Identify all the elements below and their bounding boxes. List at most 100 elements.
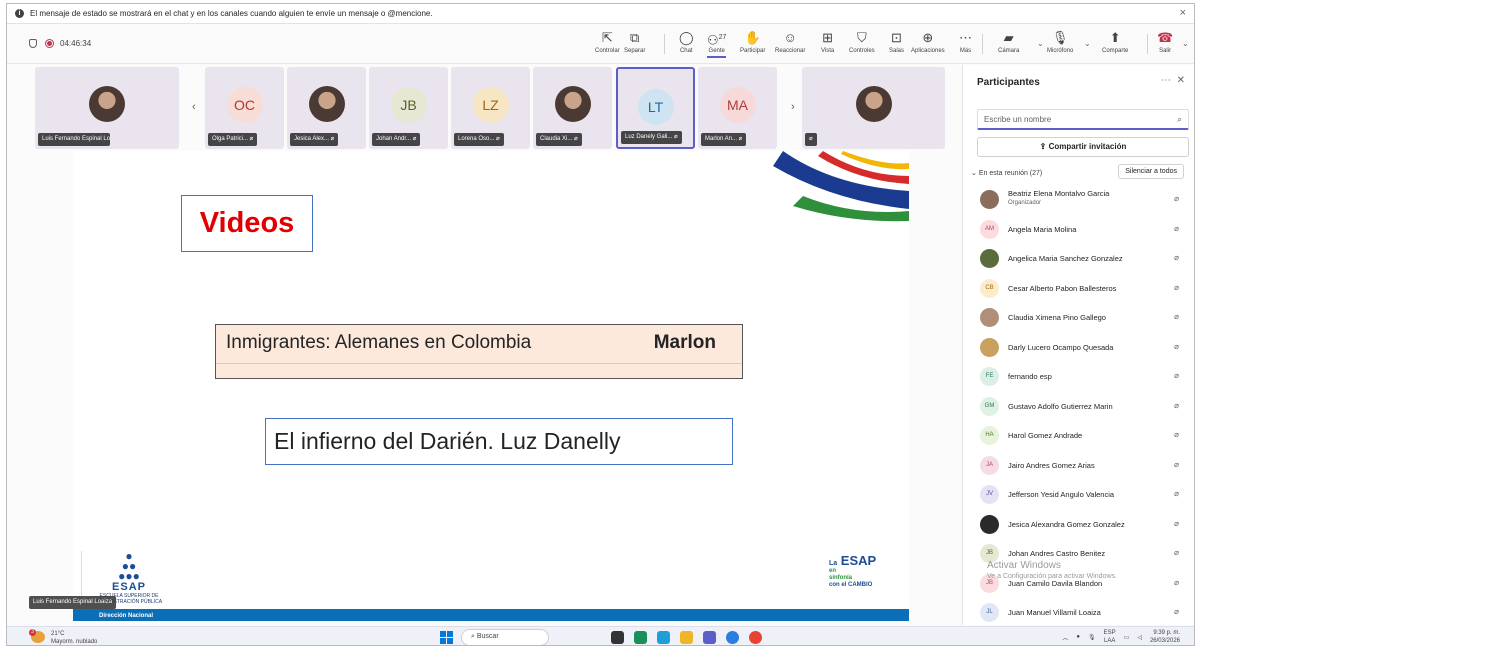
- controlar-button[interactable]: ⇱ Controlar: [595, 28, 620, 54]
- video-tile[interactable]: LT Luz Danely Gali... ⌀: [616, 67, 695, 149]
- mic-off-icon: ⌀: [1174, 253, 1179, 262]
- video-tile[interactable]: ⌀: [802, 67, 945, 149]
- video-tile[interactable]: OC Olga Patrici... ⌀: [205, 67, 284, 149]
- language-indicator[interactable]: ESP LAA: [1104, 629, 1116, 645]
- more-icon[interactable]: ⋯: [1161, 75, 1171, 86]
- close-icon[interactable]: ✕: [1177, 75, 1185, 86]
- shield-icon: [29, 39, 37, 48]
- video-tile[interactable]: Jesica Alex... ⌀: [287, 67, 366, 149]
- raise-hand-icon: ✋: [744, 30, 761, 45]
- controles-button[interactable]: ⛉ Controles: [849, 28, 875, 54]
- search-input[interactable]: Escribe un nombre ⌕: [977, 109, 1189, 130]
- tile-name: Olga Patrici... ⌀: [208, 133, 258, 146]
- avatar: FE: [980, 367, 999, 386]
- list-item[interactable]: CB Cesar Alberto Pabon Ballesteros ⌀: [963, 274, 1194, 304]
- app-icon[interactable]: [634, 631, 647, 644]
- vista-button[interactable]: ⊞ Vista: [821, 28, 834, 54]
- tile-name: Jesica Alex... ⌀: [290, 133, 339, 146]
- video-tile[interactable]: Claudia Xi... ⌀: [533, 67, 612, 149]
- file-explorer-icon[interactable]: [680, 631, 693, 644]
- list-item[interactable]: Claudia Ximena Pino Gallego ⌀: [963, 303, 1194, 333]
- control-icon: ⇱: [601, 30, 613, 45]
- avatar: [980, 190, 999, 209]
- esap-sinfonia-logo: La ESAP en sinfonía con el CAMBIO: [829, 553, 877, 588]
- separar-button[interactable]: ⧉ Separar: [624, 28, 645, 54]
- video-tile[interactable]: Luis Fernando Espinal Loaiza ⌀: [35, 67, 179, 149]
- list-item[interactable]: JL Juan Manuel Villamil Loaiza ⌀: [963, 598, 1194, 628]
- volume-icon[interactable]: ◁: [1137, 634, 1142, 641]
- chevron-left-icon[interactable]: ‹: [192, 101, 196, 113]
- salas-button[interactable]: ⊡ Salas: [889, 28, 904, 54]
- salir-button[interactable]: ☎ Salir: [1157, 28, 1173, 54]
- share-invite-button[interactable]: ⇪ Compartir invitación: [977, 137, 1189, 157]
- app-icon[interactable]: ●: [1076, 634, 1080, 640]
- mic-off-icon: ⌀: [672, 134, 678, 140]
- app-icon[interactable]: [726, 631, 739, 644]
- chevron-up-icon[interactable]: ︿: [1062, 633, 1068, 642]
- mic-off-icon: ⌀: [494, 136, 500, 142]
- teams-icon[interactable]: [703, 631, 716, 644]
- system-tray: ︿ ● 🎙 ESP LAA ▭ ◁ 9:39 p. m. 26/03/2026: [1062, 629, 1180, 645]
- status-banner: i El mensaje de estado se mostrará en el…: [7, 4, 1194, 24]
- list-item[interactable]: GM Gustavo Adolfo Gutierrez Marin ⌀: [963, 392, 1194, 422]
- list-item[interactable]: Darly Lucero Ocampo Quesada ⌀: [963, 333, 1194, 363]
- video-tile[interactable]: MA Marlon An... ⌀: [698, 67, 777, 149]
- video-tile[interactable]: LZ Lorena Oso... ⌀: [451, 67, 530, 149]
- reaccionar-button[interactable]: ☺ Reaccionar: [775, 28, 805, 54]
- network-icon[interactable]: ▭: [1124, 634, 1130, 641]
- list-item[interactable]: Beatriz Elena Montalvo Garcia Organizador…: [963, 185, 1194, 215]
- chevron-right-icon[interactable]: ›: [791, 101, 795, 113]
- list-item[interactable]: HA Harol Gomez Andrade ⌀: [963, 421, 1194, 451]
- mas-button[interactable]: ⋯ Más: [959, 28, 972, 54]
- video-tile[interactable]: JB Johan Andr... ⌀: [369, 67, 448, 149]
- list-item[interactable]: FE fernando esp ⌀: [963, 362, 1194, 392]
- popout-icon: ⧉: [630, 30, 640, 45]
- participant-photo: [855, 86, 892, 122]
- topic-box-1: Inmigrantes: Alemanes en Colombia Marlon: [215, 324, 743, 379]
- list-item[interactable]: Angelica Maria Sanchez Gonzalez ⌀: [963, 244, 1194, 274]
- chrome-icon[interactable]: [749, 631, 762, 644]
- avatar: HA: [980, 426, 999, 445]
- divider: [664, 34, 665, 54]
- weather-icon: 3: [29, 629, 45, 643]
- chevron-down-icon[interactable]: ⌄: [1182, 39, 1189, 48]
- close-banner-button[interactable]: ×: [1180, 7, 1186, 19]
- taskbar-search[interactable]: ⌕ Buscar: [461, 629, 549, 645]
- list-item[interactable]: Jesica Alexandra Gomez Gonzalez ⌀: [963, 510, 1194, 540]
- leave-icon: ☎: [1157, 30, 1174, 45]
- slide-footer-bar: Dirección Nacional: [73, 609, 909, 621]
- task-view-icon[interactable]: [611, 631, 624, 644]
- participar-button[interactable]: ✋ Participar: [740, 28, 765, 54]
- comparte-button[interactable]: ⬆ Comparte: [1102, 28, 1128, 54]
- avatar: JL: [980, 603, 999, 622]
- mute-all-button[interactable]: Silenciar a todos: [1118, 164, 1184, 179]
- windows-activation-watermark: Activar Windows Ve a Configuración para …: [987, 560, 1117, 580]
- topic-box-2: El infierno del Darién. Luz Danelly: [265, 418, 733, 465]
- list-item[interactable]: JV Jefferson Yesid Angulo Valencia ⌀: [963, 480, 1194, 510]
- mic-off-icon: ⌀: [1174, 312, 1179, 321]
- list-item[interactable]: AM Angela Maria Molina ⌀: [963, 215, 1194, 245]
- topic-1: Inmigrantes: Alemanes en Colombia: [226, 332, 532, 353]
- smiley-icon: ☺: [783, 30, 797, 45]
- divider: [982, 34, 983, 54]
- edge-icon[interactable]: [657, 631, 670, 644]
- mic-off-icon: ⌀: [411, 136, 417, 142]
- section-header[interactable]: ⌄ En esta reunión (27): [971, 169, 1042, 177]
- clock[interactable]: 9:39 p. m. 26/03/2026: [1150, 629, 1180, 645]
- mic-off-icon: ⌀: [1174, 459, 1179, 469]
- mic-off-icon[interactable]: 🎙: [1088, 634, 1096, 641]
- chat-button[interactable]: ◯ Chat: [679, 28, 694, 54]
- chevron-down-icon[interactable]: ⌄: [1037, 39, 1044, 48]
- list-item[interactable]: JA Jairo Andres Gomez Arias ⌀: [963, 451, 1194, 481]
- windows-start-icon[interactable]: [440, 631, 453, 644]
- chevron-down-icon[interactable]: ⌄: [1084, 39, 1091, 48]
- microfono-button[interactable]: 🎙 Micrófono: [1047, 28, 1073, 54]
- participants-panel: Participantes ⋯ ✕ Escribe un nombre ⌕ ⇪ …: [962, 65, 1194, 628]
- camara-button[interactable]: ▰ Cámara: [998, 28, 1019, 54]
- mic-off-icon: ⌀: [1174, 607, 1179, 616]
- weather-widget[interactable]: 3 21°C Mayorm. nublado: [29, 629, 97, 645]
- info-icon: i: [15, 9, 24, 18]
- aplicaciones-button[interactable]: ⊕ Aplicaciones: [911, 28, 945, 54]
- gente-button[interactable]: ⚇27 Gente: [707, 28, 727, 58]
- mic-off-icon: ⌀: [809, 136, 813, 142]
